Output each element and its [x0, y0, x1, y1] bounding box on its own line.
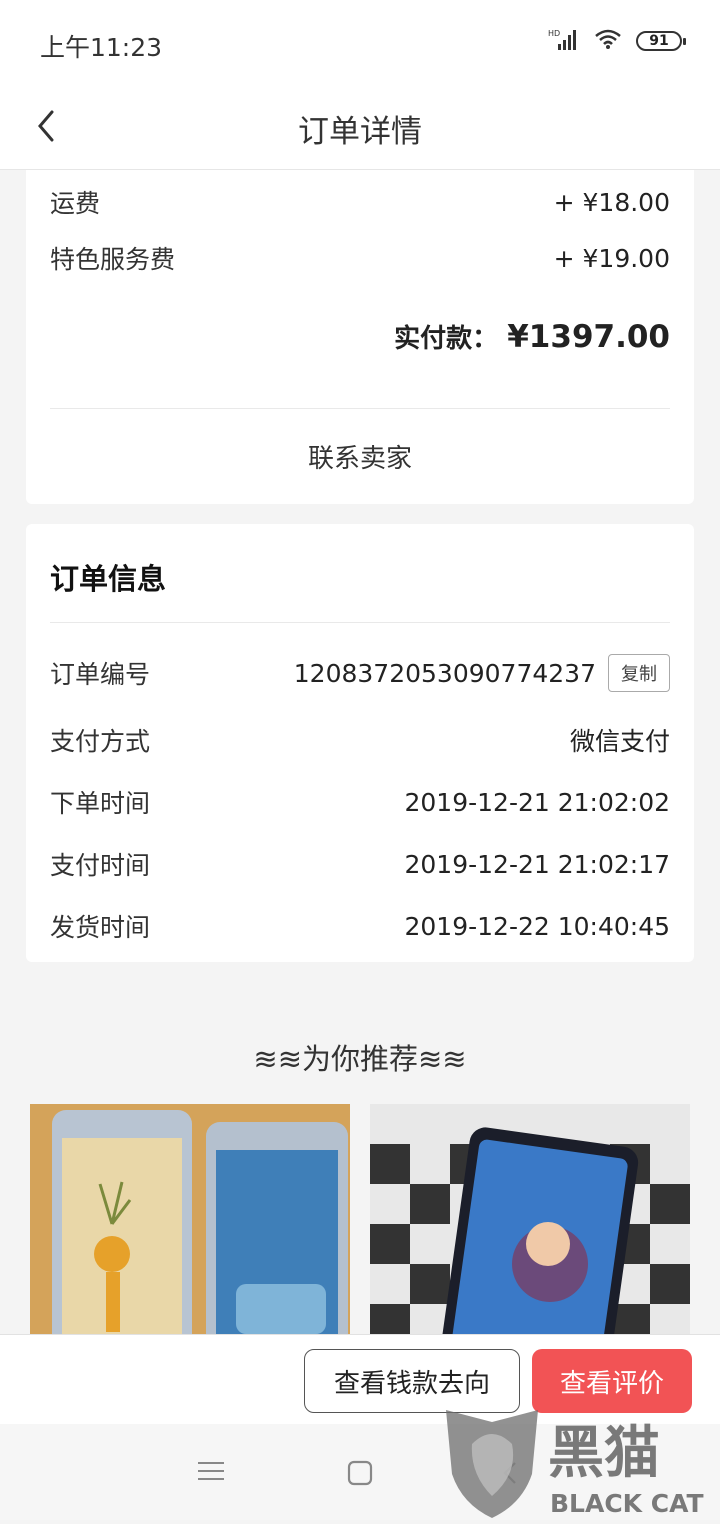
page-title: 订单详情 [298, 114, 422, 150]
fee-row-shipping: 运费 + ¥18.00 [50, 184, 670, 220]
wifi-icon [594, 28, 622, 54]
order-time-row: 下单时间 2019-12-21 21:02:02 [50, 784, 670, 820]
ship-time-row: 发货时间 2019-12-22 10:40:45 [50, 908, 670, 944]
recommend-title: ≋≋为你推荐≋≋ [253, 1042, 467, 1076]
order-number-value: 1208372053090774237 [293, 658, 596, 688]
order-time-label: 下单时间 [50, 789, 151, 818]
order-time-value: 2019-12-21 21:02:02 [404, 787, 670, 817]
recommend-section: ≋≋为你推荐≋≋ [0, 1002, 720, 1344]
copy-button[interactable]: 复制 [608, 654, 670, 692]
status-time: 上午11:23 [40, 33, 163, 62]
divider [50, 622, 670, 623]
ship-time-label: 发货时间 [50, 913, 151, 942]
total-amount: ¥1397.00 [507, 319, 670, 355]
order-info-title: 订单信息 [50, 562, 167, 596]
payment-method-row: 支付方式 微信支付 [50, 722, 670, 758]
status-bar: 上午11:23 HD 91 [0, 0, 720, 84]
total-label: 实付款： [394, 324, 499, 354]
signal-icon: HD [548, 28, 580, 54]
fee-label: 运费 [50, 189, 101, 218]
status-icons: HD 91 [548, 28, 686, 54]
pay-time-row: 支付时间 2019-12-21 21:02:17 [50, 846, 670, 882]
order-info-card: 订单信息 订单编号 1208372053090774237 复制 支付方式 微信… [26, 524, 694, 962]
order-number-row: 订单编号 1208372053090774237 复制 [50, 654, 670, 692]
payment-method-value: 微信支付 [569, 727, 670, 756]
product-thumbnail[interactable] [30, 1104, 350, 1344]
svg-text:BLACK CAT: BLACK CAT [550, 1489, 704, 1518]
signal-hd-label: HD [548, 29, 560, 38]
fee-row-service: 特色服务费 + ¥19.00 [50, 240, 670, 276]
black-cat-watermark: 黑猫 BLACK CAT [432, 1404, 712, 1520]
pay-time-label: 支付时间 [50, 851, 151, 880]
fee-label: 特色服务费 [50, 245, 176, 274]
home-icon[interactable] [347, 1460, 373, 1490]
svg-text:黑猫: 黑猫 [548, 1421, 660, 1486]
product-thumbnail[interactable] [370, 1104, 690, 1344]
payment-method-label: 支付方式 [50, 727, 151, 756]
nav-bar: 订单详情 [0, 84, 720, 170]
menu-icon[interactable] [198, 1460, 224, 1486]
battery-icon: 91 [636, 31, 686, 51]
fee-value: + ¥19.00 [553, 243, 670, 273]
payment-summary-card: 运费 + ¥18.00 特色服务费 + ¥19.00 实付款： ¥1397.00… [26, 170, 694, 504]
ship-time-value: 2019-12-22 10:40:45 [404, 911, 670, 941]
total-paid: 实付款： ¥1397.00 [394, 318, 670, 355]
fee-value: + ¥18.00 [553, 187, 670, 217]
pay-time-value: 2019-12-21 21:02:17 [404, 849, 670, 879]
order-number-label: 订单编号 [50, 660, 151, 689]
contact-seller-button[interactable]: 联系卖家 [26, 438, 694, 475]
divider [50, 408, 670, 409]
